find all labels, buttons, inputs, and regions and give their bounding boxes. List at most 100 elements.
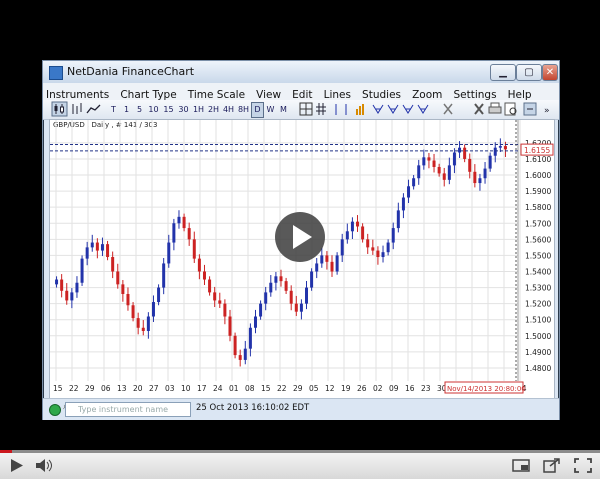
candle-body [432,160,436,167]
candle-body [55,279,59,285]
x-day-label: 08 [245,384,255,393]
price-label: 1.4800 [525,364,551,373]
minimize-button[interactable]: ▁ [490,64,516,81]
x-day-label: 17 [197,384,207,393]
candle-body [233,335,237,356]
timeframe-button-30[interactable]: 30 [176,102,191,118]
line-type-icon[interactable] [86,104,101,114]
more-icon[interactable]: » [544,106,550,116]
timeframe-button-1[interactable]: 1 [120,102,133,118]
play-icon-small[interactable] [8,456,26,475]
candle-body [95,242,99,251]
candle-body [177,216,181,224]
sidebar-toggle-icon[interactable] [523,102,537,116]
print-preview-icon[interactable] [504,102,517,116]
candle-body [213,292,217,301]
maximize-button[interactable]: ▢ [516,64,542,81]
candle-body [310,271,314,288]
status-datetime: 25 Oct 2013 16:10:02 EDT [196,403,310,413]
price-label: 1.4900 [525,348,551,357]
timeframe-button-10[interactable]: 10 [146,102,161,118]
x-day-label: 24 [213,384,223,393]
x-day-label: 12 [325,384,335,393]
progress-track[interactable] [0,450,600,453]
x-day-label: 16 [405,384,415,393]
candle-body [172,223,176,243]
candle-body [468,158,472,172]
x-day-label: 06 [101,384,111,393]
fullscreen-icon[interactable] [572,456,594,475]
print-icon[interactable] [488,102,502,114]
timeframe-button-w[interactable]: W [264,102,277,118]
candle-body [131,305,135,319]
instrument-search-input[interactable]: Type instrument name [65,402,191,417]
candle-body [264,292,268,304]
candle-body [386,242,390,253]
close-button[interactable]: ✕ [542,64,558,81]
candlestick-type-icon[interactable] [51,101,68,117]
candle-body [80,258,84,283]
x-day-label: 29 [85,384,95,393]
timeframe-button-t[interactable]: T [107,102,120,118]
delete-icon[interactable] [474,103,484,115]
timeframe-button-2h[interactable]: 2H [206,102,221,118]
candle-body [376,250,380,258]
x-day-label: 23 [421,384,431,393]
grid-icon[interactable] [316,103,326,115]
timeframe-button-8h[interactable]: 8H [236,102,251,118]
candle-body [100,244,104,251]
x-day-label: 03 [165,384,175,393]
bar-type-icon[interactable] [72,103,82,114]
timeframe-button-1h[interactable]: 1H [191,102,206,118]
candle-body [371,247,375,251]
crosshair-icon[interactable] [299,102,313,116]
window-title: NetDania FinanceChart [67,65,195,78]
progress-fill [0,450,12,453]
toolbar: » T 1 5 10 15 30 1H 2H 4H 8H D W M [43,100,559,120]
share-icon[interactable] [541,456,563,475]
connection-status-icon [49,404,61,416]
remove-line-icon[interactable] [443,103,453,115]
candle-body [248,327,252,349]
candle-body [381,252,385,258]
candle-body [202,271,206,280]
timeframe-button-d[interactable]: D [251,102,264,118]
candle-body [315,263,319,272]
candle-body [330,261,334,272]
crosshair-date-label: Nov/14/2013 20:80:00 [447,385,526,393]
x-day-label: 05 [309,384,319,393]
studies-icons[interactable] [335,104,429,115]
x-day-label: 26 [357,384,367,393]
timeframe-button-15[interactable]: 15 [161,102,176,118]
candle-body [401,197,405,211]
candle-body [427,157,431,161]
x-day-label: 20 [133,384,143,393]
candle-body [182,216,186,229]
candle-body [391,228,395,243]
candle-body [407,186,411,198]
candle-body [218,300,222,304]
candle-body [412,178,416,187]
volume-icon[interactable] [34,456,56,475]
miniplayer-icon[interactable] [510,456,532,475]
play-button-overlay[interactable] [275,212,325,262]
x-day-label: 29 [293,384,303,393]
candle-body [396,210,400,229]
candle-body [223,303,227,317]
price-label: 1.5000 [525,332,551,341]
candle-body [299,303,303,312]
candle-body [187,228,191,240]
price-label: 1.5400 [525,267,551,276]
x-day-label: 09 [389,384,399,393]
candle-body [243,348,247,360]
price-label: 1.5600 [525,235,551,244]
price-label: 1.5500 [525,251,551,260]
x-day-label: 10 [181,384,191,393]
candle-body [65,290,69,301]
candle-body [478,178,482,184]
price-label: 1.6100 [525,155,551,164]
candle-body [162,263,166,288]
timeframe-button-5[interactable]: 5 [133,102,146,118]
timeframe-button-m[interactable]: M [277,102,290,118]
timeframe-button-4h[interactable]: 4H [221,102,236,118]
